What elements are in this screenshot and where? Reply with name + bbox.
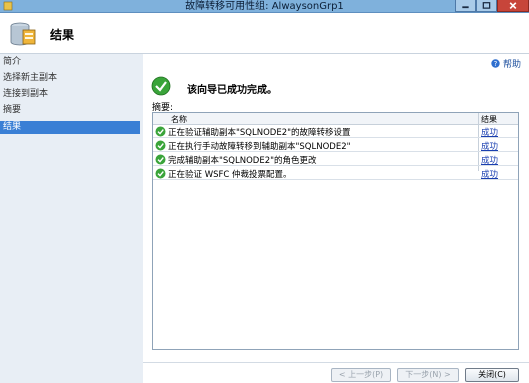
footer-divider [143,362,529,363]
help-link[interactable]: ? 帮助 [491,57,521,70]
table-row: 正在验证辅助副本"SQLNODE2"的故障转移设置 成功 [153,125,518,138]
minimize-button[interactable] [455,0,476,12]
column-header-result[interactable]: 结果 [481,114,497,125]
sidebar-item-select-primary[interactable]: 选择新主副本 [0,72,140,85]
table-row: 正在执行手动故障转移到辅助副本"SQLNODE2" 成功 [153,139,518,152]
row-name: 正在验证 WSFC 仲裁投票配置。 [168,170,292,180]
help-label: 帮助 [502,60,521,70]
main-content: ? 帮助 该向导已成功完成。 摘要: 名称 结果 正在验证辅助副本"SQLNOD… [143,54,529,383]
sidebar-item-results[interactable]: 结果 [0,121,140,134]
help-icon: ? [491,59,500,68]
window-controls [455,0,529,13]
success-icon [155,154,166,165]
success-message: 该向导已成功完成。 [187,85,277,96]
svg-text:?: ? [494,60,498,68]
back-button[interactable]: < 上一步(P) [331,368,391,382]
success-icon [155,126,166,137]
close-button[interactable]: 关闭(C) [465,368,519,382]
title-bar: 故障转移可用性组: AlwaysonGrp1 [0,0,529,13]
maximize-button[interactable] [476,0,497,12]
database-wizard-icon [10,22,36,46]
results-table: 名称 结果 正在验证辅助副本"SQLNODE2"的故障转移设置 成功 正在执行手… [152,112,519,350]
table-row: 完成辅助副本"SQLNODE2"的角色更改 成功 [153,153,518,166]
success-icon [155,168,166,179]
result-link[interactable]: 成功 [481,154,498,166]
result-link[interactable]: 成功 [481,140,498,152]
success-check-icon [151,76,171,96]
column-header-name[interactable]: 名称 [171,114,187,125]
table-row: 正在验证 WSFC 仲裁投票配置。 成功 [153,167,518,180]
sidebar-item-connect-replica[interactable]: 连接到副本 [0,88,140,101]
window-title: 故障转移可用性组: AlwaysonGrp1 [185,1,344,12]
sidebar-item-intro[interactable]: 简介 [0,56,140,69]
row-name: 正在执行手动故障转移到辅助副本"SQLNODE2" [168,142,351,152]
sidebar-item-summary[interactable]: 摘要 [0,104,140,117]
row-name: 正在验证辅助副本"SQLNODE2"的故障转移设置 [168,128,351,138]
close-window-button[interactable] [497,0,529,12]
table-header: 名称 结果 [153,113,518,125]
minimize-icon [462,6,469,9]
maximize-icon [482,2,491,9]
next-button[interactable]: 下一步(N) > [397,368,459,382]
success-icon [155,140,166,151]
page-title: 结果 [50,28,75,42]
wizard-steps-sidebar: 简介 选择新主副本 连接到副本 摘要 结果 [0,54,143,383]
close-icon [509,2,517,10]
result-link[interactable]: 成功 [481,126,498,138]
wizard-header: 结果 [0,13,529,54]
result-link[interactable]: 成功 [481,168,498,180]
row-name: 完成辅助副本"SQLNODE2"的角色更改 [168,156,317,166]
